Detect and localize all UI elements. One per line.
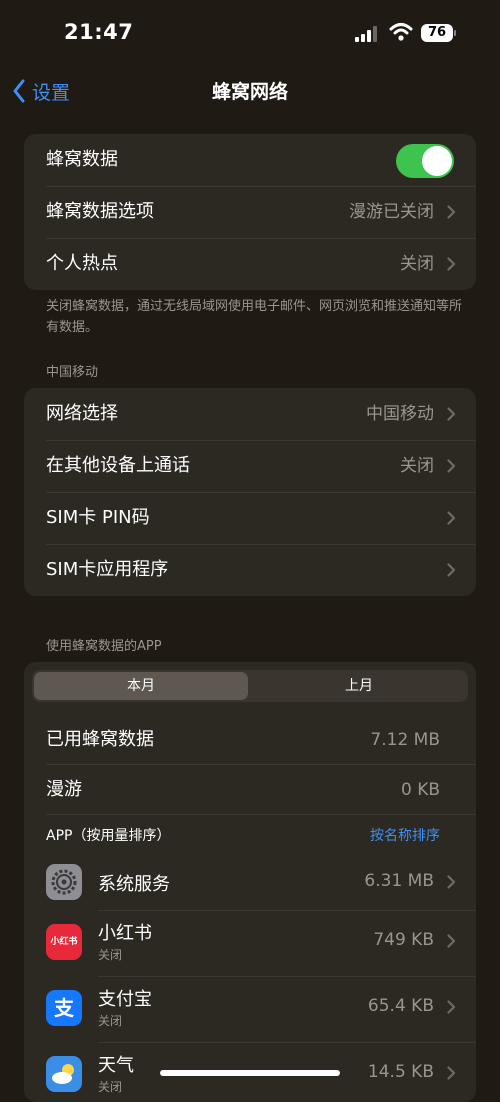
calls-other-devices-label: 在其他设备上通话: [46, 455, 190, 476]
app-row-system-services[interactable]: 系统服务 6.31 MB: [24, 850, 476, 914]
alipay-icon: 支: [46, 990, 82, 1026]
personal-hotspot-row[interactable]: 个人热点 关闭: [24, 238, 476, 290]
roaming-row: 漫游 0 KB: [24, 764, 476, 816]
network-selection-row[interactable]: 网络选择 中国移动: [24, 388, 476, 440]
chevron-right-icon: [447, 934, 456, 948]
carrier-section-header: 中国移动: [46, 365, 99, 380]
weather-icon: [46, 1056, 82, 1092]
app-usage: 749 KB: [373, 930, 434, 950]
usage-group: 本月 上月 已用蜂窝数据 7.12 MB 漫游 0 KB APP（按用量排序） …: [24, 662, 476, 1102]
personal-hotspot-value: 关闭: [400, 254, 434, 274]
xiaohongshu-icon: 小红书: [46, 924, 82, 960]
cellular-footnote: 关闭蜂窝数据，通过无线局域网使用电子邮件、网页浏览和推送通知等所有数据。: [46, 299, 463, 335]
calls-other-devices-row[interactable]: 在其他设备上通话 关闭: [24, 440, 476, 492]
sim-pin-row[interactable]: SIM卡 PIN码: [24, 492, 476, 544]
personal-hotspot-label: 个人热点: [46, 253, 118, 274]
app-row-xiaohongshu[interactable]: 小红书 小红书 关闭 749 KB: [24, 910, 476, 974]
app-name: 系统服务: [98, 874, 170, 895]
separator: [46, 814, 476, 815]
status-bar: 21:47 76: [0, 0, 500, 68]
battery-tip: [454, 30, 456, 36]
used-data-value: 7.12 MB: [370, 730, 440, 750]
chevron-right-icon: [447, 407, 456, 421]
tab-last-month[interactable]: 上月: [252, 672, 466, 700]
app-name: 小红书: [98, 923, 152, 944]
chevron-right-icon: [447, 459, 456, 473]
chevron-right-icon: [447, 563, 456, 577]
toggle-knob: [422, 146, 452, 176]
nav-bar: 设置 蜂窝网络: [0, 70, 500, 110]
xiaohongshu-icon-text: 小红书: [50, 937, 78, 947]
chevron-right-icon: [447, 257, 456, 271]
chevron-right-icon: [447, 205, 456, 219]
app-status: 关闭: [98, 1080, 123, 1094]
carrier-settings-group: 网络选择 中国移动 在其他设备上通话 关闭 SIM卡 PIN码 SIM卡应用程序: [24, 388, 476, 596]
chevron-right-icon: [447, 1000, 456, 1014]
app-status: 关闭: [98, 1014, 123, 1028]
period-segmented-control: 本月 上月: [32, 670, 468, 702]
cellular-data-toggle[interactable]: [396, 144, 454, 178]
cellular-settings-group: 蜂窝数据 蜂窝数据选项 漫游已关闭 个人热点 关闭: [24, 134, 476, 290]
network-selection-value: 中国移动: [366, 404, 434, 424]
chevron-right-icon: [447, 875, 456, 889]
cellular-signal-icon: [355, 26, 377, 42]
used-data-label: 已用蜂窝数据: [46, 729, 154, 750]
cellular-data-row: 蜂窝数据: [24, 134, 476, 186]
app-usage: 6.31 MB: [364, 871, 434, 891]
network-selection-label: 网络选择: [46, 403, 118, 424]
chevron-right-icon: [447, 511, 456, 525]
app-status: 关闭: [98, 948, 123, 962]
settings-icon: [46, 864, 82, 900]
sort-by-name-link[interactable]: 按名称排序: [370, 825, 440, 845]
sim-apps-label: SIM卡应用程序: [46, 559, 169, 580]
app-usage: 65.4 KB: [367, 996, 434, 1016]
home-indicator[interactable]: [160, 1070, 340, 1076]
tab-this-month[interactable]: 本月: [34, 672, 248, 700]
calls-other-devices-value: 关闭: [400, 456, 434, 476]
cellular-options-label: 蜂窝数据选项: [46, 201, 154, 222]
cellular-data-label: 蜂窝数据: [46, 149, 118, 170]
status-time: 21:47: [64, 20, 134, 44]
roaming-label: 漫游: [46, 779, 82, 800]
apps-sort-header: APP（按用量排序）: [46, 828, 171, 844]
cellular-options-value: 漫游已关闭: [349, 202, 434, 222]
app-name: 支付宝: [98, 989, 152, 1010]
app-name: 天气: [98, 1055, 134, 1076]
page-title: 蜂窝网络: [211, 81, 288, 103]
wifi-icon: [389, 23, 413, 41]
battery-icon: 76: [421, 24, 457, 42]
battery-level: 76: [421, 24, 453, 42]
alipay-icon-text: 支: [54, 996, 74, 1020]
roaming-value: 0 KB: [400, 780, 440, 800]
usage-section-header: 使用蜂窝数据的APP: [46, 639, 162, 654]
used-data-row: 已用蜂窝数据 7.12 MB: [24, 714, 476, 766]
cellular-options-row[interactable]: 蜂窝数据选项 漫游已关闭: [24, 186, 476, 238]
sim-pin-label: SIM卡 PIN码: [46, 507, 150, 528]
app-row-alipay[interactable]: 支 支付宝 关闭 65.4 KB: [24, 976, 476, 1040]
app-usage: 14.5 KB: [367, 1062, 434, 1082]
chevron-right-icon: [447, 1066, 456, 1080]
sim-apps-row[interactable]: SIM卡应用程序: [24, 544, 476, 596]
